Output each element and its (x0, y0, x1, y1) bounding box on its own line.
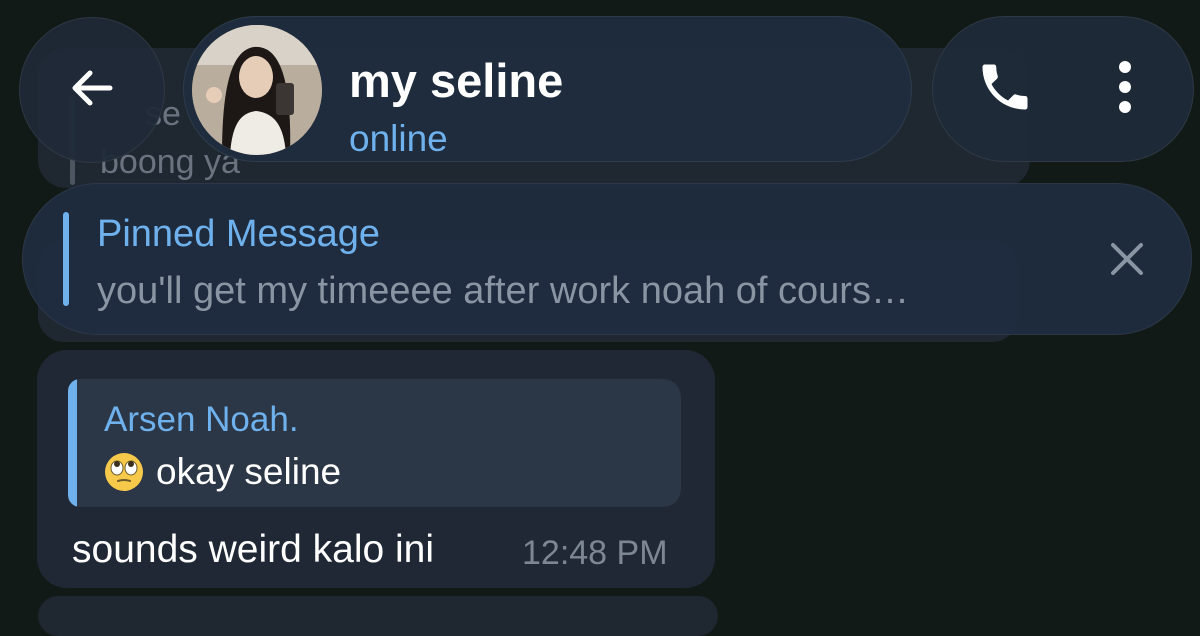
phone-icon (975, 57, 1035, 122)
more-vertical-icon (1115, 59, 1135, 120)
face-with-rolling-eyes-icon (104, 452, 144, 492)
call-button[interactable] (973, 57, 1037, 121)
message-bubble[interactable]: Arsen Noah. okay seline sounds weird kal… (37, 350, 715, 588)
back-button[interactable] (19, 17, 165, 163)
close-icon (1108, 240, 1146, 283)
reply-text-row: okay seline (104, 451, 341, 493)
reply-sender-name: Arsen Noah. (104, 400, 299, 439)
contact-status: online (349, 118, 448, 159)
message-time: 12:48 PM (522, 534, 668, 572)
pinned-indicator (63, 212, 69, 306)
pinned-title: Pinned Message (97, 213, 381, 255)
close-pinned-button[interactable] (1105, 239, 1149, 283)
pinned-message-bar[interactable]: Pinned Message you'll get my timeeee aft… (22, 183, 1192, 335)
reply-text: okay seline (156, 451, 342, 492)
avatar[interactable] (192, 25, 322, 155)
next-message-bubble (38, 596, 718, 636)
reply-indicator (68, 379, 77, 507)
contact-name: my seline (349, 54, 564, 107)
reply-quote[interactable]: Arsen Noah. okay seline (68, 379, 681, 507)
header-actions (932, 16, 1194, 162)
more-options-button[interactable] (1103, 57, 1147, 121)
pinned-text: you'll get my timeeee after work noah of… (97, 270, 909, 312)
message-text: sounds weird kalo ini (72, 528, 435, 571)
back-arrow-icon (64, 60, 120, 121)
chat-header[interactable]: my seline online (183, 16, 912, 162)
